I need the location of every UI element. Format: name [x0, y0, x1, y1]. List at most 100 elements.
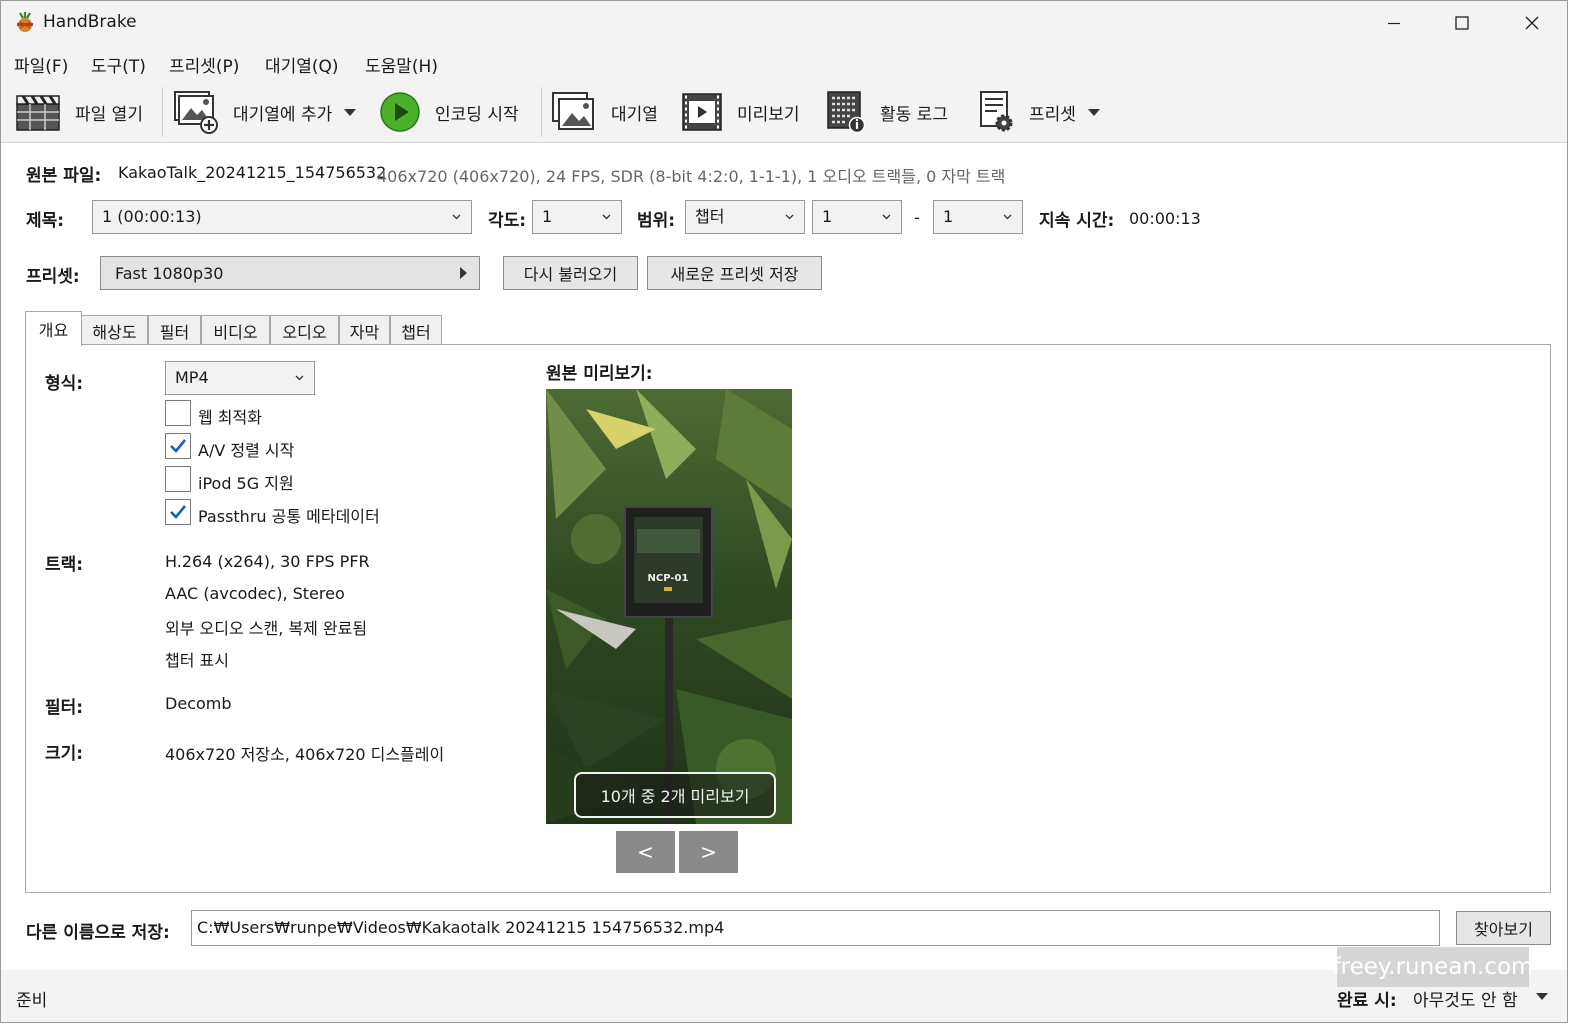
tab-chapters[interactable]: 챕터: [390, 315, 442, 345]
chevron-down-icon: [785, 214, 794, 220]
destination-path-input[interactable]: C:₩Users₩runpe₩Videos₩Kakaotalk 20241215…: [191, 910, 1440, 946]
range-start-value: 1: [822, 207, 833, 226]
maximize-button[interactable]: [1427, 1, 1497, 45]
duration-label: 지속 시간:: [1039, 211, 1115, 231]
align-av-checkbox[interactable]: [165, 433, 191, 459]
play-icon: [380, 92, 420, 132]
preview-label: 미리보기: [737, 104, 800, 125]
source-preview-label: 원본 미리보기:: [546, 364, 653, 384]
chevron-down-icon: [602, 214, 611, 220]
open-source-button[interactable]: 파일 열기: [15, 87, 143, 137]
tab-dimensions[interactable]: 해상도: [81, 315, 148, 345]
tab-summary[interactable]: 개요: [25, 311, 82, 346]
menu-queue[interactable]: 대기열(Q): [265, 52, 339, 77]
open-source-label: 파일 열기: [75, 104, 143, 125]
save-as-label: 다른 이름으로 저장:: [26, 923, 170, 943]
menu-tools[interactable]: 도구(T): [91, 52, 146, 77]
size-label: 크기:: [45, 744, 84, 764]
filters-value: Decomb: [165, 694, 232, 713]
presets-gear-icon: [980, 91, 1013, 132]
when-done-label: 완료 시:: [1337, 991, 1397, 1011]
track-audio: AAC (avcodec), Stereo: [165, 584, 345, 603]
menu-presets[interactable]: 프리셋(P): [169, 52, 239, 77]
format-value: MP4: [175, 368, 209, 387]
preset-label: 프리셋:: [26, 267, 80, 287]
minimize-icon: [1388, 22, 1400, 25]
toolbar-separator: [541, 87, 542, 137]
track-chapters: 챕터 표시: [165, 651, 229, 670]
source-label: 원본 파일:: [26, 166, 102, 186]
add-to-queue-icon: [174, 91, 218, 134]
clapperboard-icon: [16, 95, 60, 131]
range-label: 범위:: [637, 211, 676, 231]
previous-preview-button[interactable]: <: [616, 831, 675, 873]
when-done-select[interactable]: 아무것도 안 함: [1413, 986, 1518, 1011]
tab-audio[interactable]: 오디오: [270, 315, 339, 345]
add-to-queue-dropdown-icon[interactable]: [344, 108, 357, 116]
title-bar: HandBrake: [1, 1, 1567, 45]
window-title: HandBrake: [43, 12, 137, 32]
checkmark-icon: [170, 439, 187, 453]
chevron-right-icon: [460, 267, 467, 279]
tab-video[interactable]: 비디오: [201, 315, 270, 345]
range-end-select[interactable]: 1: [933, 200, 1023, 234]
range-type-select[interactable]: 챕터: [685, 200, 805, 234]
watermark: freey.runean.com: [1333, 947, 1533, 987]
close-button[interactable]: [1497, 1, 1567, 45]
add-to-queue-button[interactable]: 대기열에 추가: [173, 87, 357, 137]
presets-button[interactable]: 프리셋: [979, 87, 1100, 137]
filters-label: 필터:: [45, 698, 84, 718]
align-av-label: A/V 정렬 시작: [198, 441, 295, 460]
status-text: 준비: [16, 991, 48, 1011]
presets-dropdown-icon[interactable]: [1087, 108, 1100, 116]
preview-button[interactable]: 미리보기: [681, 87, 800, 137]
menu-bar: 파일(F) 도구(T) 프리셋(P) 대기열(Q) 도움말(H): [1, 45, 1567, 81]
reload-preset-button[interactable]: 다시 불러오기: [503, 256, 638, 290]
toolbar: 파일 열기 대기열에 추가 인코딩 시작 대기열 미리보기 활동 로그 프리셋: [1, 81, 1567, 143]
menu-file[interactable]: 파일(F): [14, 52, 68, 77]
activity-log-button[interactable]: 활동 로그: [826, 87, 948, 137]
checkmark-icon: [170, 505, 187, 519]
menu-help[interactable]: 도움말(H): [365, 52, 438, 77]
range-end-value: 1: [943, 207, 954, 226]
add-to-queue-label: 대기열에 추가: [233, 104, 333, 125]
preset-selector[interactable]: Fast 1080p30: [100, 256, 480, 290]
activity-log-icon: [827, 91, 866, 134]
format-select[interactable]: MP4: [165, 361, 315, 395]
duration-value: 00:00:13: [1129, 209, 1201, 228]
start-encode-button[interactable]: 인코딩 시작: [379, 87, 519, 137]
queue-button[interactable]: 대기열: [551, 87, 658, 137]
next-preview-button[interactable]: >: [679, 831, 738, 873]
preview-count-badge: 10개 중 2개 미리보기: [574, 772, 776, 818]
web-optimized-label: 웹 최적화: [198, 408, 262, 427]
source-info: 406x720 (406x720), 24 FPS, SDR (8-bit 4:…: [377, 167, 1006, 186]
preset-value: Fast 1080p30: [115, 263, 224, 283]
jungle-sign-photo: NCP-01: [546, 389, 792, 824]
browse-button[interactable]: 찾아보기: [1456, 911, 1551, 945]
chevron-down-icon: [452, 214, 461, 220]
presets-label: 프리셋: [1029, 104, 1076, 125]
title-select[interactable]: 1 (00:00:13): [92, 200, 472, 234]
activity-log-label: 활동 로그: [880, 104, 948, 125]
toolbar-separator: [162, 87, 163, 137]
save-new-preset-button[interactable]: 새로운 프리셋 저장: [647, 256, 822, 290]
when-done-dropdown-icon[interactable]: [1536, 993, 1548, 1000]
web-optimized-checkbox[interactable]: [165, 400, 191, 426]
chevron-down-icon: [882, 214, 891, 220]
title-select-value: 1 (00:00:13): [102, 207, 202, 226]
tab-filters[interactable]: 필터: [148, 315, 201, 345]
size-value: 406x720 저장소, 406x720 디스플레이: [165, 745, 445, 764]
queue-icon: [552, 92, 594, 130]
track-foreign-audio: 외부 오디오 스캔, 복제 완료됨: [165, 619, 368, 638]
angle-select[interactable]: 1: [532, 200, 622, 234]
close-icon: [1525, 16, 1539, 30]
tab-subtitles[interactable]: 자막: [339, 315, 390, 345]
minimize-button[interactable]: [1359, 1, 1429, 45]
ipod-5g-checkbox[interactable]: [165, 466, 191, 492]
range-start-select[interactable]: 1: [812, 200, 902, 234]
title-label: 제목:: [26, 211, 65, 231]
source-filename: KakaoTalk_20241215_154756532: [118, 163, 387, 182]
passthru-metadata-checkbox[interactable]: [165, 499, 191, 525]
chevron-down-icon: [295, 375, 304, 381]
track-video: H.264 (x264), 30 FPS PFR: [165, 552, 370, 571]
